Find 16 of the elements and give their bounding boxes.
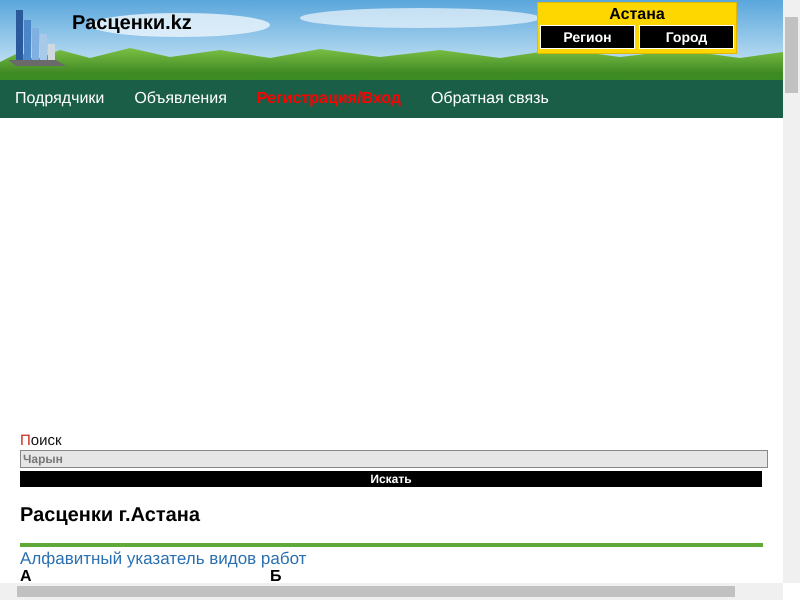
search-field[interactable]: Чарын <box>20 450 768 468</box>
letter-heading: А <box>20 569 33 583</box>
search-label: Поиск <box>20 432 63 450</box>
nav-link[interactable]: Обратная связь <box>430 90 549 108</box>
vertical-scrollbar[interactable] <box>783 0 800 583</box>
index-link[interactable]: Алфавитный указатель видов работ <box>20 549 763 569</box>
site-title[interactable]: Расценки.kz <box>72 12 537 35</box>
city-name: Астана <box>608 5 666 25</box>
city-button[interactable]: Регион <box>540 25 635 49</box>
nav-link[interactable]: Объявления <box>134 90 227 108</box>
nav-link[interactable]: Подрядчики <box>15 90 104 108</box>
horizontal-scrollbar[interactable] <box>0 583 783 600</box>
search-button[interactable]: Искать <box>20 471 762 487</box>
page-heading: Расценки г.Астана <box>20 503 202 527</box>
letter-heading: Б <box>270 569 282 583</box>
city-button[interactable]: Город <box>639 25 734 49</box>
